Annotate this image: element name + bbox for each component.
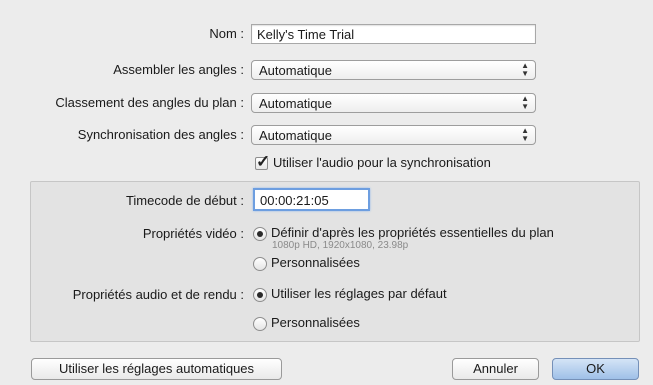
angle-ordering-value: Automatique	[259, 96, 332, 111]
cancel-button[interactable]: Annuler	[452, 358, 539, 380]
timecode-label: Timecode de début :	[125, 193, 244, 208]
name-label: Nom :	[209, 26, 244, 41]
updown-arrows-icon: ▲ ▼	[521, 94, 529, 111]
angle-ordering-popup[interactable]: Automatique ▲ ▼	[251, 93, 536, 113]
audio-default-radio[interactable]	[253, 288, 267, 302]
checkmark-icon: ✓	[256, 152, 271, 171]
updown-arrows-icon: ▲ ▼	[521, 126, 529, 143]
assemble-angles-label: Assembler les angles :	[113, 62, 244, 77]
video-format-details: 1080p HD, 1920x1080, 23.98p	[272, 240, 409, 251]
video-properties-label: Propriétés vidéo :	[142, 226, 244, 241]
audio-default-label: Utiliser les réglages par défaut	[271, 286, 447, 301]
angle-sync-label: Synchronisation des angles :	[77, 127, 244, 142]
ok-button[interactable]: OK	[552, 358, 639, 380]
angle-sync-value: Automatique	[259, 128, 332, 143]
angle-sync-popup[interactable]: Automatique ▲ ▼	[251, 125, 536, 145]
new-multicam-clip-dialog: Nom : Kelly's Time Trial Assembler les a…	[0, 0, 653, 385]
use-audio-label: Utiliser l'audio pour la synchronisation	[273, 155, 491, 170]
audio-properties-label: Propriétés audio et de rendu :	[72, 287, 244, 302]
assemble-angles-value: Automatique	[259, 63, 332, 78]
audio-custom-label: Personnalisées	[271, 315, 360, 330]
assemble-angles-popup[interactable]: Automatique ▲ ▼	[251, 60, 536, 80]
timecode-field[interactable]: 00:00:21:05	[253, 188, 370, 211]
video-custom-radio[interactable]	[253, 257, 267, 271]
name-field[interactable]: Kelly's Time Trial	[251, 24, 536, 44]
audio-custom-radio[interactable]	[253, 317, 267, 331]
use-audio-checkbox[interactable]: ✓	[255, 153, 270, 170]
video-from-clip-radio[interactable]	[253, 227, 267, 241]
video-from-clip-label: Définir d'après les propriétés essentiel…	[271, 225, 554, 240]
use-automatic-settings-button[interactable]: Utiliser les réglages automatiques	[31, 358, 282, 380]
video-custom-label: Personnalisées	[271, 255, 360, 270]
angle-ordering-label: Classement des angles du plan :	[55, 95, 244, 110]
updown-arrows-icon: ▲ ▼	[521, 61, 529, 78]
